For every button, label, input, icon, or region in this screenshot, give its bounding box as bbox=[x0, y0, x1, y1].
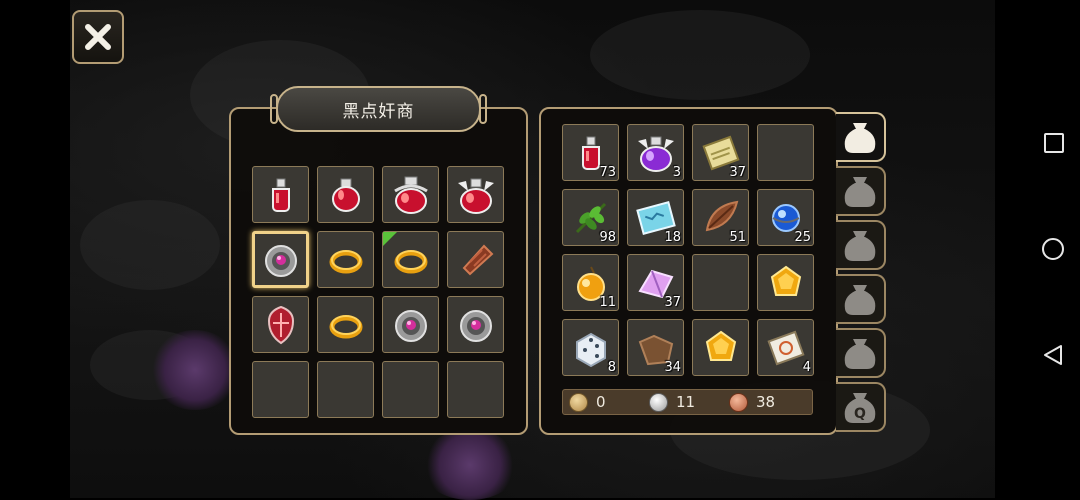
back-button[interactable] bbox=[1043, 344, 1063, 366]
bag-icon bbox=[844, 339, 876, 369]
gold-ring-icon bbox=[324, 303, 368, 347]
inventory-slot-empty[interactable] bbox=[757, 124, 814, 181]
white-die-icon bbox=[569, 326, 613, 370]
shop-slot[interactable] bbox=[252, 296, 309, 353]
shop-slot[interactable] bbox=[252, 231, 309, 288]
item-count: 8 bbox=[607, 360, 616, 375]
shop-slot[interactable] bbox=[317, 231, 374, 288]
inventory-slot[interactable]: 3 bbox=[627, 124, 684, 181]
quest-bag-icon: Q bbox=[844, 393, 876, 423]
shop-title: 黑点奸商 bbox=[276, 86, 481, 132]
close-icon bbox=[85, 24, 111, 50]
shop-slot-empty[interactable] bbox=[447, 361, 504, 418]
large-red-potion-icon bbox=[389, 173, 433, 217]
red-shield-icon bbox=[259, 303, 303, 347]
bag-tab-3[interactable] bbox=[836, 220, 886, 270]
recent-apps-button[interactable] bbox=[1044, 133, 1064, 153]
item-count: 51 bbox=[729, 230, 746, 245]
item-count: 34 bbox=[664, 360, 681, 375]
shop-slot[interactable] bbox=[447, 166, 504, 223]
currency-bar: 0 11 38 bbox=[562, 389, 813, 415]
winged-red-potion-icon bbox=[454, 173, 498, 217]
shop-slot-empty[interactable] bbox=[382, 361, 439, 418]
copper-coin-icon bbox=[729, 393, 748, 412]
shop-slot[interactable] bbox=[252, 166, 309, 223]
bag-icon bbox=[844, 231, 876, 261]
inventory-slot[interactable]: 4 bbox=[757, 319, 814, 376]
shop-slot[interactable] bbox=[382, 296, 439, 353]
inventory-slot[interactable]: 37 bbox=[692, 124, 749, 181]
bag-icon bbox=[844, 285, 876, 315]
shop-slot[interactable] bbox=[317, 166, 374, 223]
inventory-slot[interactable]: 34 bbox=[627, 319, 684, 376]
inventory-slot[interactable]: 51 bbox=[692, 189, 749, 246]
inventory-slot[interactable] bbox=[757, 254, 814, 311]
shop-slot-empty[interactable] bbox=[252, 361, 309, 418]
copper-amount: 38 bbox=[756, 393, 776, 411]
shop-slot[interactable] bbox=[317, 296, 374, 353]
bag-tab-1[interactable] bbox=[836, 112, 886, 162]
spider-monster bbox=[150, 330, 240, 410]
inventory-slot[interactable]: 37 bbox=[627, 254, 684, 311]
bag-icon bbox=[844, 177, 876, 207]
silver-coin-icon bbox=[649, 393, 668, 412]
silver-amulet-icon bbox=[454, 303, 498, 347]
amber-gem-icon bbox=[764, 261, 808, 305]
item-count: 25 bbox=[794, 230, 811, 245]
item-count: 37 bbox=[664, 295, 681, 310]
gold-ring-icon bbox=[324, 238, 368, 282]
small-red-potion-icon bbox=[259, 173, 303, 217]
item-count: 4 bbox=[802, 360, 811, 375]
bag-tab-6[interactable]: Q bbox=[836, 382, 886, 432]
silver-amount: 11 bbox=[676, 393, 696, 411]
inventory-slot[interactable]: 25 bbox=[757, 189, 814, 246]
bag-tab-5[interactable] bbox=[836, 328, 886, 378]
item-count: 11 bbox=[599, 295, 616, 310]
winged-purple-potion-icon bbox=[634, 131, 678, 175]
spider-monster bbox=[420, 430, 520, 500]
android-nav-bar bbox=[995, 0, 1080, 498]
inventory-slot[interactable] bbox=[692, 319, 749, 376]
medium-red-potion-icon bbox=[324, 173, 368, 217]
inventory-slot[interactable]: 11 bbox=[562, 254, 619, 311]
svg-text:Q: Q bbox=[854, 406, 866, 422]
shop-slot[interactable] bbox=[447, 296, 504, 353]
item-count: 3 bbox=[672, 165, 681, 180]
shop-slot[interactable] bbox=[447, 231, 504, 288]
gold-coin-icon bbox=[569, 393, 588, 412]
close-button[interactable] bbox=[72, 10, 124, 64]
inventory-slot[interactable]: 8 bbox=[562, 319, 619, 376]
bag-tab-2[interactable] bbox=[836, 166, 886, 216]
shop-slot[interactable] bbox=[382, 231, 439, 288]
inventory-slot[interactable]: 98 bbox=[562, 189, 619, 246]
inventory-slot[interactable]: 73 bbox=[562, 124, 619, 181]
silver-amulet-icon bbox=[389, 303, 433, 347]
item-count: 37 bbox=[729, 165, 746, 180]
bag-icon bbox=[844, 123, 876, 153]
item-count: 73 bbox=[599, 165, 616, 180]
item-count: 98 bbox=[599, 230, 616, 245]
new-item-tag bbox=[383, 232, 397, 246]
inventory-slot-empty[interactable] bbox=[692, 254, 749, 311]
recipe-scroll-icon bbox=[764, 326, 808, 370]
leather-bracer-icon bbox=[454, 238, 498, 282]
inventory-slot[interactable]: 18 bbox=[627, 189, 684, 246]
item-count: 18 bbox=[664, 230, 681, 245]
amber-gem-icon bbox=[699, 326, 743, 370]
home-button[interactable] bbox=[1042, 238, 1064, 260]
silver-amulet-icon bbox=[259, 238, 303, 282]
shop-slot[interactable] bbox=[382, 166, 439, 223]
shop-slot-empty[interactable] bbox=[317, 361, 374, 418]
gold-amount: 0 bbox=[596, 393, 606, 411]
bag-tab-4[interactable] bbox=[836, 274, 886, 324]
